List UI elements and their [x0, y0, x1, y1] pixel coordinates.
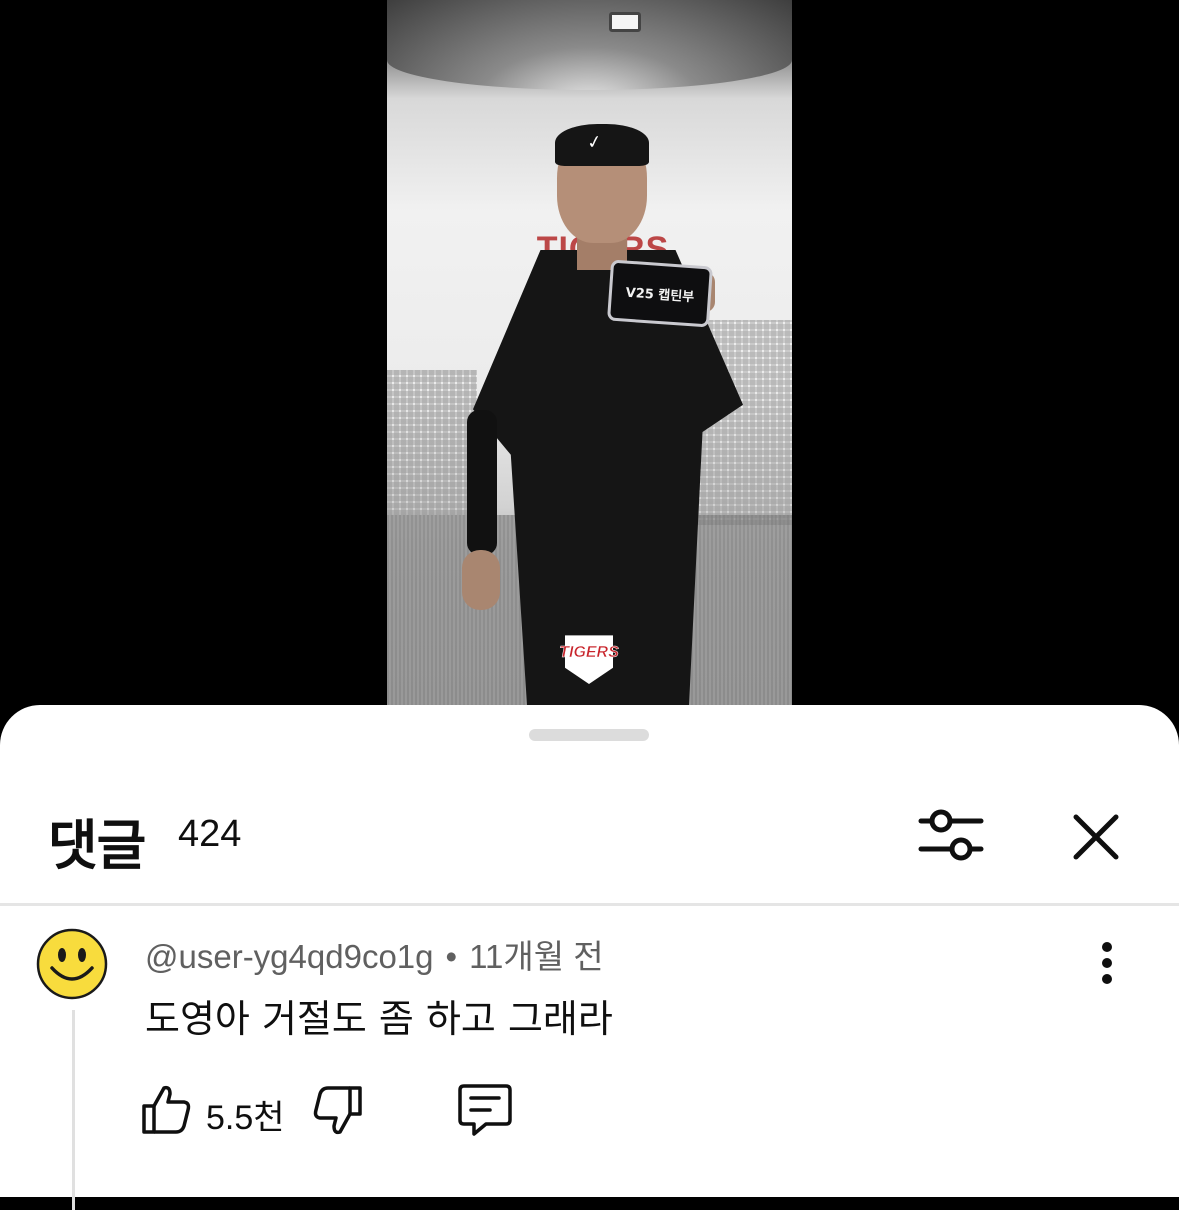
- thumbs-down-icon: [313, 1086, 362, 1135]
- smiley-face-icon: [36, 928, 108, 1000]
- meta-separator: •: [445, 938, 458, 975]
- comment-item: @user-yg4qd9co1g • 11개월 전 도영아 거절도 좀 하고 그래라…: [0, 910, 1179, 1210]
- filter-button[interactable]: [915, 803, 987, 867]
- comment-actions: 5.5천: [140, 1078, 560, 1138]
- avatar[interactable]: [36, 928, 108, 1000]
- more-options-button[interactable]: [1090, 940, 1124, 986]
- badge-text: TIGERS: [559, 644, 619, 662]
- vertical-dots-icon: [1102, 942, 1112, 984]
- drag-handle[interactable]: [529, 729, 649, 741]
- ceiling-light: [609, 12, 641, 32]
- phone-screen-text: V25 캡틴부: [625, 285, 695, 306]
- comment-meta: @user-yg4qd9co1g • 11개월 전: [145, 930, 604, 978]
- video-ceiling: [387, 0, 792, 90]
- dislike-button[interactable]: [310, 1084, 364, 1138]
- thread-line: [72, 1010, 75, 1210]
- person-hand: [462, 550, 500, 610]
- held-phone: V25 캡틴부: [606, 259, 714, 328]
- video-frame[interactable]: TIGERS ✓ V25 캡틴부 TIGERS: [387, 0, 792, 705]
- video-player[interactable]: TIGERS ✓ V25 캡틴부 TIGERS: [0, 0, 1179, 720]
- comment-bubble-icon: [458, 1084, 512, 1136]
- like-button[interactable]: [140, 1082, 194, 1136]
- reply-button[interactable]: [456, 1082, 514, 1138]
- comment-time: 11개월 전: [469, 938, 604, 975]
- like-count: 5.5천: [206, 1099, 285, 1137]
- header-divider: [0, 903, 1179, 906]
- close-button[interactable]: [1066, 807, 1126, 867]
- comment-text: 도영아 거절도 좀 하고 그래라: [145, 997, 613, 1041]
- comments-count: 424: [178, 813, 242, 855]
- team-badge: TIGERS: [555, 630, 623, 684]
- comments-header: 댓글 424: [0, 783, 1179, 895]
- person-arm: [467, 410, 497, 555]
- comments-title: 댓글: [48, 814, 146, 877]
- comments-sheet: 댓글 424 @user-yg4qd9co1g • 11개월 전 도영아 거절도…: [0, 705, 1179, 1210]
- comment-author[interactable]: @user-yg4qd9co1g: [145, 938, 434, 975]
- wall-mosaic-left: [387, 370, 477, 515]
- sliders-icon: [918, 809, 984, 861]
- close-icon: [1073, 814, 1119, 860]
- thumbs-up-icon: [142, 1085, 191, 1134]
